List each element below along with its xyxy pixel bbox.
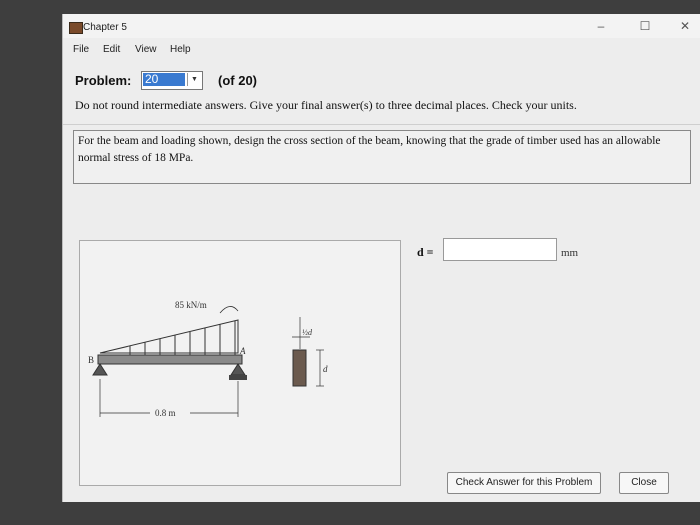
close-button[interactable]: Close: [619, 472, 669, 494]
problem-count: (of 20): [218, 73, 257, 88]
problem-row: Problem: 20 ▼ (of 20): [63, 68, 700, 92]
menu-edit[interactable]: Edit: [103, 44, 120, 55]
menu-file[interactable]: File: [73, 44, 89, 55]
app-icon: [69, 22, 83, 34]
problem-label: Problem:: [75, 73, 132, 88]
load-label: 85 kN/m: [175, 300, 207, 310]
menu-bar: File Edit View Help: [63, 40, 700, 60]
problem-statement-box: For the beam and loading shown, design t…: [73, 130, 691, 184]
d-label: d: [323, 364, 328, 374]
app-window: Chapter 5 – ☐ ✕ File Edit View Help Prob…: [62, 14, 700, 502]
answer-unit: mm: [561, 247, 579, 259]
load-arrows: [129, 321, 236, 355]
problem-select-value: 20: [143, 73, 185, 86]
beam: [97, 354, 243, 365]
instructions: Do not round intermediate answers. Give …: [75, 98, 577, 112]
distributed-load: [99, 319, 239, 354]
close-icon[interactable]: ✕: [675, 18, 695, 34]
check-answer-button[interactable]: Check Answer for this Problem: [447, 472, 601, 494]
menu-view[interactable]: View: [135, 44, 157, 55]
menu-help[interactable]: Help: [170, 44, 191, 55]
problem-select[interactable]: 20 ▼: [141, 71, 203, 90]
support-b: [92, 363, 108, 376]
answer-label: d =: [417, 245, 434, 259]
length-label: 0.8 m: [155, 408, 176, 418]
label-a: A: [239, 346, 246, 356]
problem-statement: For the beam and loading shown, design t…: [78, 135, 661, 164]
roller-a: [229, 375, 247, 380]
title-bar: Chapter 5 – ☐ ✕: [63, 14, 700, 38]
answer-input[interactable]: [443, 238, 557, 261]
minimize-icon[interactable]: –: [591, 18, 611, 34]
support-a: [230, 363, 246, 376]
chevron-down-icon[interactable]: ▼: [187, 73, 201, 86]
divider: [63, 124, 700, 125]
beam-diagram: 85 kN/m B A 0.8 m ½d d: [88, 300, 328, 418]
beam-figure: 85 kN/m B A 0.8 m ½d d: [79, 240, 401, 486]
window-title: Chapter 5: [83, 22, 127, 33]
cross-section: [292, 349, 307, 387]
half-d-label: ½d: [302, 328, 313, 337]
maximize-icon[interactable]: ☐: [635, 18, 655, 34]
label-b: B: [88, 355, 94, 365]
